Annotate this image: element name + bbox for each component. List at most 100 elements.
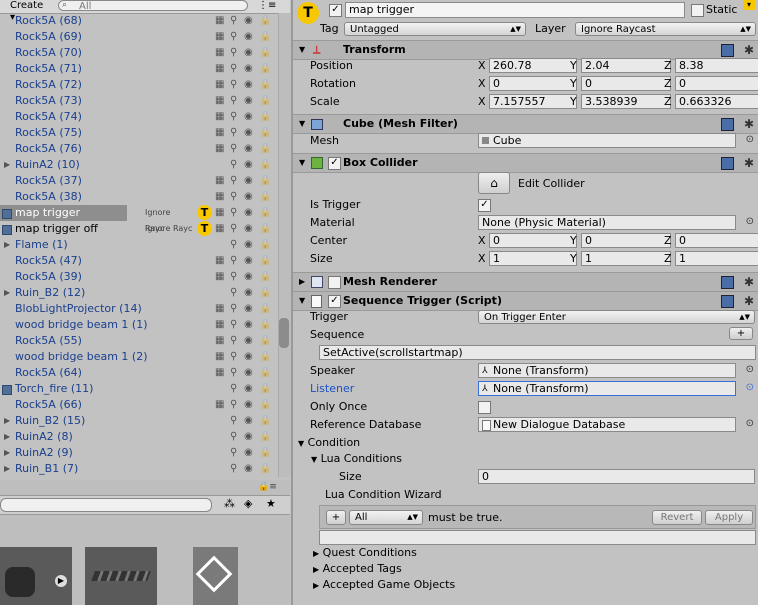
size-y-input[interactable]: 1 bbox=[581, 251, 671, 266]
size-x-input[interactable]: 1 bbox=[489, 251, 577, 266]
person-icon[interactable]: ⚲ bbox=[230, 384, 237, 394]
hierarchy-row[interactable]: ▶ RuinA2 (10) ⚲ ◉ 🔒 bbox=[0, 157, 278, 173]
foldout-arrow-icon[interactable]: ▶ bbox=[4, 461, 10, 477]
help-book-icon[interactable] bbox=[721, 118, 734, 131]
eye-icon[interactable]: ◉ bbox=[244, 176, 253, 186]
hierarchy-row[interactable]: Rock5A (71) ▦ ⚲ ◉ 🔒 bbox=[0, 61, 278, 77]
favorite-star-icon[interactable]: ★ bbox=[266, 497, 276, 510]
mesh-renderer-enabled-checkbox[interactable] bbox=[328, 276, 341, 289]
revert-button[interactable]: Revert bbox=[652, 510, 702, 525]
person-icon[interactable]: ⚲ bbox=[230, 272, 237, 282]
lock-icon[interactable]: 🔒 bbox=[259, 416, 271, 426]
grid-icon[interactable]: ▦ bbox=[215, 192, 224, 202]
position-z-input[interactable]: 8.38 bbox=[675, 58, 758, 73]
center-x-input[interactable]: 0 bbox=[489, 233, 577, 248]
person-icon[interactable]: ⚲ bbox=[230, 16, 237, 26]
hierarchy-row[interactable]: Rock5A (47) ▦ ⚲ ◉ 🔒 bbox=[0, 253, 278, 269]
gear-icon[interactable]: ✱ bbox=[744, 292, 754, 310]
sequence-trigger-enabled-checkbox[interactable]: ✓ bbox=[328, 295, 341, 308]
person-icon[interactable]: ⚲ bbox=[230, 32, 237, 42]
lock-icon[interactable]: 🔒 bbox=[259, 192, 271, 202]
hierarchy-scrollbar[interactable] bbox=[278, 13, 291, 477]
hierarchy-row[interactable]: Rock5A (73) ▦ ⚲ ◉ 🔒 bbox=[0, 93, 278, 109]
eye-icon[interactable]: ◉ bbox=[244, 80, 253, 90]
hierarchy-row[interactable]: ▶ RuinA2 (8) ⚲ ◉ 🔒 bbox=[0, 429, 278, 445]
rotation-z-input[interactable]: 0 bbox=[675, 76, 758, 91]
eye-icon[interactable]: ◉ bbox=[244, 112, 253, 122]
person-icon[interactable]: ⚲ bbox=[230, 96, 237, 106]
eye-icon[interactable]: ◉ bbox=[244, 208, 253, 218]
grid-icon[interactable]: ▦ bbox=[215, 336, 224, 346]
eye-icon[interactable]: ◉ bbox=[244, 384, 253, 394]
lock-icon[interactable]: 🔒 bbox=[259, 400, 271, 410]
scale-x-input[interactable]: 7.157557 bbox=[489, 94, 577, 109]
eye-icon[interactable]: ◉ bbox=[244, 240, 253, 250]
foldout-arrow-icon[interactable]: ▶ bbox=[4, 445, 10, 461]
hierarchy-search-input[interactable]: All bbox=[58, 0, 248, 12]
person-icon[interactable]: ⚲ bbox=[230, 64, 237, 74]
person-icon[interactable]: ⚲ bbox=[230, 352, 237, 362]
lock-icon[interactable]: 🔒 bbox=[259, 256, 271, 266]
edit-collider-button[interactable]: ⌂ bbox=[478, 172, 510, 194]
grid-icon[interactable]: ▦ bbox=[215, 304, 224, 314]
filter-type-icon[interactable]: ⁂ bbox=[224, 497, 235, 510]
listener-field[interactable]: ⅄ None (Transform) bbox=[478, 381, 736, 396]
position-x-input[interactable]: 260.78 bbox=[489, 58, 577, 73]
accepted-tags-foldout[interactable]: ▶ Accepted Tags bbox=[313, 561, 402, 578]
person-icon[interactable]: ⚲ bbox=[230, 368, 237, 378]
material-field[interactable]: None (Physic Material) bbox=[478, 215, 736, 230]
sequence-textarea[interactable]: SetActive(scrollstartmap) bbox=[319, 345, 756, 360]
gear-icon[interactable]: ✱ bbox=[744, 41, 754, 59]
eye-icon[interactable]: ◉ bbox=[244, 464, 253, 474]
accepted-game-objects-foldout[interactable]: ▶ Accepted Game Objects bbox=[313, 577, 455, 594]
speaker-field[interactable]: ⅄ None (Transform) bbox=[478, 363, 736, 378]
position-y-input[interactable]: 2.04 bbox=[581, 58, 671, 73]
eye-icon[interactable]: ◉ bbox=[244, 336, 253, 346]
person-icon[interactable]: ⚲ bbox=[230, 80, 237, 90]
foldout-arrow-icon[interactable]: ▶ bbox=[4, 237, 10, 253]
scale-z-input[interactable]: 0.663326 bbox=[675, 94, 758, 109]
scale-y-input[interactable]: 3.538939 bbox=[581, 94, 671, 109]
grid-icon[interactable]: ▦ bbox=[215, 112, 224, 122]
foldout-arrow-icon[interactable]: ▶ bbox=[4, 413, 10, 429]
lock-icon[interactable]: 🔒 bbox=[259, 16, 271, 26]
hierarchy-row[interactable]: Rock5A (38) ▦ ⚲ ◉ 🔒 bbox=[0, 189, 278, 205]
center-y-input[interactable]: 0 bbox=[581, 233, 671, 248]
wizard-add-button[interactable]: + bbox=[326, 510, 346, 525]
hierarchy-row[interactable]: Rock5A (70) ▦ ⚲ ◉ 🔒 bbox=[0, 45, 278, 61]
hierarchy-row[interactable]: Rock5A (69) ▦ ⚲ ◉ 🔒 bbox=[0, 29, 278, 45]
person-icon[interactable]: ⚲ bbox=[230, 320, 237, 330]
person-icon[interactable]: ⚲ bbox=[230, 144, 237, 154]
hierarchy-row[interactable]: Rock5A (66) ▦ ⚲ ◉ 🔒 bbox=[0, 397, 278, 413]
eye-icon[interactable]: ◉ bbox=[244, 288, 253, 298]
eye-icon[interactable]: ◉ bbox=[244, 400, 253, 410]
person-icon[interactable]: ⚲ bbox=[230, 112, 237, 122]
lock-icon[interactable]: 🔒 bbox=[259, 240, 271, 250]
size-z-input[interactable]: 1 bbox=[675, 251, 758, 266]
grid-icon[interactable]: ▦ bbox=[215, 96, 224, 106]
condition-foldout[interactable]: ▼ Condition bbox=[298, 435, 360, 452]
grid-icon[interactable]: ▦ bbox=[215, 64, 224, 74]
hierarchy-row[interactable]: wood bridge beam 1 (1) ▦ ⚲ ◉ 🔒 bbox=[0, 317, 278, 333]
asset-thumbnail-unity[interactable] bbox=[193, 547, 238, 605]
eye-icon[interactable]: ◉ bbox=[244, 416, 253, 426]
help-book-icon[interactable] bbox=[721, 157, 734, 170]
object-name-input[interactable]: map trigger bbox=[345, 2, 685, 18]
lua-conditions-foldout[interactable]: ▼ Lua Conditions bbox=[311, 451, 402, 468]
mesh-renderer-header[interactable]: ▶ Mesh Renderer ✱ bbox=[293, 272, 758, 292]
hierarchy-row[interactable]: Rock5A (39) ▦ ⚲ ◉ 🔒 bbox=[0, 269, 278, 285]
gear-icon[interactable]: ✱ bbox=[744, 115, 754, 133]
lock-icon[interactable]: 🔒 bbox=[259, 304, 271, 314]
hierarchy-row[interactable]: Rock5A (76) ▦ ⚲ ◉ 🔒 bbox=[0, 141, 278, 157]
lock-icon[interactable]: 🔒 bbox=[259, 32, 271, 42]
person-icon[interactable]: ⚲ bbox=[230, 416, 237, 426]
lock-icon[interactable]: 🔒 bbox=[259, 176, 271, 186]
gear-icon[interactable]: ✱ bbox=[744, 154, 754, 172]
hierarchy-row[interactable]: Rock5A (68) ▦ ⚲ ◉ 🔒 bbox=[0, 13, 278, 29]
lock-icon[interactable]: 🔒 bbox=[259, 48, 271, 58]
reference-database-field[interactable]: New Dialogue Database bbox=[478, 417, 736, 432]
person-icon[interactable]: ⚲ bbox=[230, 48, 237, 58]
eye-icon[interactable]: ◉ bbox=[244, 352, 253, 362]
object-picker-icon[interactable]: ⊙ bbox=[746, 418, 754, 429]
active-checkbox[interactable]: ✓ bbox=[329, 4, 342, 17]
